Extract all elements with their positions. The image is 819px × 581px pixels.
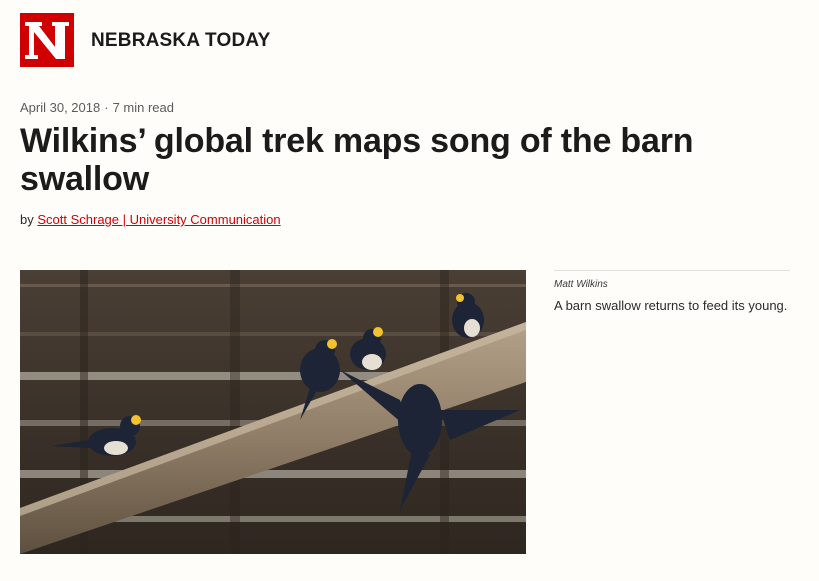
site-title-link[interactable]: NEBRASKA TODAY	[91, 31, 270, 50]
photo-caption: A barn swallow returns to feed its young…	[554, 298, 788, 313]
photo-credit: Matt Wilkins	[554, 279, 608, 290]
article-headline: Wilkins’ global trek maps song of the ba…	[20, 122, 694, 198]
article-meta: April 30, 2018 · 7 min read	[20, 100, 174, 116]
byline-prefix: by	[20, 212, 34, 227]
photo-caption-block: Matt Wilkins A barn swallow returns to f…	[554, 270, 790, 314]
barn-swallows-photo	[20, 270, 526, 554]
read-time: 7 min read	[112, 100, 174, 115]
site-header: NEBRASKA TODAY	[20, 13, 270, 67]
byline: by Scott Schrage | University Communicat…	[20, 212, 281, 228]
meta-separator: ·	[104, 100, 109, 115]
author-link[interactable]: Scott Schrage | University Communication	[37, 212, 280, 227]
nebraska-n-logo-icon[interactable]	[20, 13, 74, 67]
publish-date: April 30, 2018	[20, 100, 101, 115]
article-page: NEBRASKA TODAY April 30, 2018 · 7 min read…	[0, 0, 819, 581]
